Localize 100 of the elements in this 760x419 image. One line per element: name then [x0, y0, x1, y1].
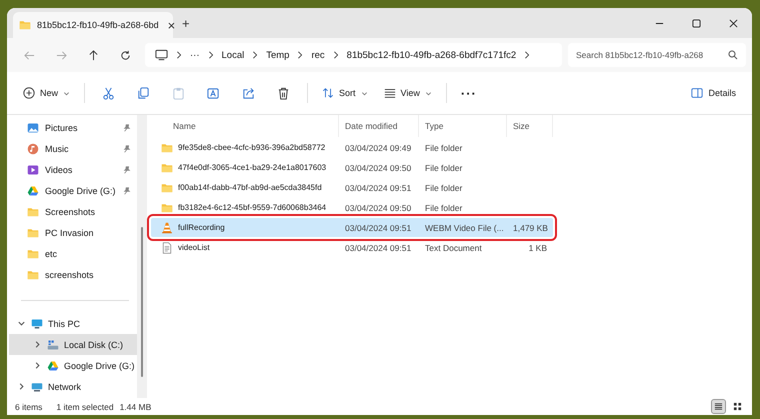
monitor-icon — [155, 49, 168, 61]
file-row[interactable]: videoList 03/04/2024 09:51 Text Document 1 KB — [151, 238, 553, 257]
share-icon[interactable] — [242, 86, 256, 100]
chevron-right-icon — [175, 51, 183, 59]
chevron-right-icon[interactable] — [33, 361, 42, 370]
size-cell-text: 1 KB — [528, 242, 548, 252]
refresh-icon[interactable] — [120, 50, 131, 60]
details-view-button[interactable] — [712, 400, 725, 413]
folder-icon — [161, 162, 173, 174]
more-options-button[interactable]: ··· — [454, 82, 483, 104]
chevron-right-icon — [332, 51, 340, 59]
chevron-down-icon — [63, 90, 70, 96]
sidebar-item[interactable]: Pictures — [9, 117, 137, 138]
folder-icon — [27, 268, 39, 280]
sidebar-item[interactable]: PC Invasion — [9, 222, 137, 243]
delete-icon[interactable] — [277, 86, 290, 100]
maximize-icon[interactable] — [692, 18, 701, 28]
date-cell-text: 03/04/2024 09:51 — [344, 222, 412, 232]
breadcrumb[interactable]: rec — [311, 50, 325, 60]
address-bar[interactable]: ··· Local Temp rec 81b5bc12-fb10-49fb-a268-6bdf7c171fc2 — [145, 43, 562, 67]
tree-item[interactable]: This PC — [9, 313, 137, 334]
type-cell-text: File folder — [424, 142, 464, 152]
sort-arrows-icon — [322, 87, 334, 99]
file-row[interactable]: fullRecording 03/04/2024 09:51 WEBM Video File (... 1,479 KB — [151, 218, 553, 237]
date-cell-text: 03/04/2024 09:49 — [344, 142, 412, 152]
chevron-down-icon — [360, 90, 368, 96]
chevron-right-icon — [251, 51, 260, 59]
type-cell-text: File folder — [424, 162, 464, 172]
sidebar-item[interactable]: Google Drive (G:) — [9, 180, 137, 201]
monitor-icon — [31, 318, 43, 330]
more-locations-button[interactable]: ··· — [190, 50, 200, 60]
sidebar-item[interactable]: screenshots — [9, 264, 137, 285]
column-header[interactable]: Date modified — [339, 115, 419, 137]
disk-icon — [47, 338, 59, 350]
date-cell-text: 03/04/2024 09:50 — [344, 202, 412, 212]
folder-icon — [27, 226, 39, 238]
tree-item[interactable]: Network — [9, 376, 137, 397]
tiles-view-button[interactable] — [731, 400, 744, 413]
type-cell-text: WEBM Video File (... — [424, 222, 505, 232]
tree-item[interactable]: Local Disk (C:) — [9, 334, 137, 355]
folder-icon — [19, 19, 31, 31]
folder-icon — [161, 142, 173, 154]
size-cell-text: 1,479 KB — [512, 222, 549, 232]
file-row[interactable]: fb3182e4-6c12-45bf-9559-7d60068b3464 03/04/2024 09:50 File folder — [151, 198, 553, 217]
lines-icon — [384, 87, 396, 99]
breadcrumb[interactable]: 81b5bc12-fb10-49fb-a268-6bdf7c171fc2 — [346, 50, 516, 60]
view-button[interactable]: View — [378, 83, 438, 103]
file-name: 9fe35de8-cbee-4cfc-b936-396a2bd58772 — [178, 143, 326, 152]
chevron-right-icon[interactable] — [17, 382, 26, 391]
folder-tab[interactable]: 81b5bc12-fb10-49fb-a268-6bd × — [13, 12, 173, 38]
selection-size: 1.44 MB — [120, 402, 152, 412]
tree-item[interactable]: Google Drive (G:) — [9, 355, 137, 376]
tab-title: 81b5bc12-fb10-49fb-a268-6bd — [37, 20, 159, 30]
chevron-down-icon — [424, 90, 432, 96]
date-cell-text: 03/04/2024 09:51 — [344, 242, 412, 252]
sidebar-item[interactable]: Videos — [9, 159, 137, 180]
breadcrumb[interactable]: Local — [222, 50, 244, 60]
network-icon — [31, 380, 43, 392]
file-row[interactable]: f00ab14f-dabb-47bf-ab9d-ae5cda3845fd 03/04/2024 09:51 File folder — [151, 178, 553, 197]
folder-icon — [161, 202, 173, 214]
breadcrumb[interactable]: Temp — [266, 50, 290, 60]
drive-icon — [47, 360, 59, 372]
file-name: fb3182e4-6c12-45bf-9559-7d60068b3464 — [178, 203, 326, 212]
document-icon — [161, 242, 173, 254]
chevron-right-icon[interactable] — [33, 340, 42, 349]
cut-icon[interactable] — [102, 86, 116, 100]
pictures-icon — [27, 122, 39, 134]
folder-icon — [27, 206, 39, 218]
new-tab-button[interactable]: + — [179, 16, 193, 30]
up-arrow-icon[interactable] — [88, 50, 99, 60]
sort-button[interactable]: Sort — [316, 83, 374, 103]
column-header[interactable]: Name — [151, 115, 339, 137]
chevron-right-icon — [206, 51, 214, 59]
file-name: fullRecording — [178, 223, 225, 232]
chevron-right-icon — [296, 51, 304, 59]
copy-icon[interactable] — [137, 86, 150, 100]
file-name: f00ab14f-dabb-47bf-ab9d-ae5cda3845fd — [178, 183, 322, 192]
music-icon — [27, 142, 39, 154]
details-button[interactable]: Details — [685, 83, 742, 103]
column-header[interactable]: Type — [419, 115, 507, 137]
date-cell-text: 03/04/2024 09:51 — [344, 182, 412, 192]
file-name: videoList — [178, 243, 210, 252]
rename-icon[interactable] — [207, 86, 220, 100]
search-icon — [728, 50, 738, 60]
selection-status: 1 item selected — [56, 402, 114, 412]
search-field[interactable]: Search 81b5bc12-fb10-49fb-a268 — [568, 43, 746, 67]
plus-circle-icon — [23, 87, 35, 99]
folder-icon — [27, 248, 39, 260]
column-header[interactable]: Size — [507, 115, 553, 137]
sidebar-item[interactable]: Music — [9, 138, 137, 159]
chevron-down-icon[interactable] — [17, 319, 26, 328]
file-row[interactable]: 9fe35de8-cbee-4cfc-b936-396a2bd58772 03/04/2024 09:49 File folder — [151, 138, 553, 157]
close-icon[interactable] — [729, 18, 738, 28]
file-name: 47f4e0df-3065-4ce1-ba29-24e1a8017603 — [178, 163, 326, 172]
item-count: 6 items — [15, 402, 42, 412]
file-row[interactable]: 47f4e0df-3065-4ce1-ba29-24e1a8017603 03/04/2024 09:50 File folder — [151, 158, 553, 177]
drive-icon — [27, 184, 39, 196]
sidebar-item[interactable]: Screenshots — [9, 201, 137, 222]
new-button[interactable]: New — [17, 83, 76, 103]
sidebar-item[interactable]: etc — [9, 243, 137, 264]
